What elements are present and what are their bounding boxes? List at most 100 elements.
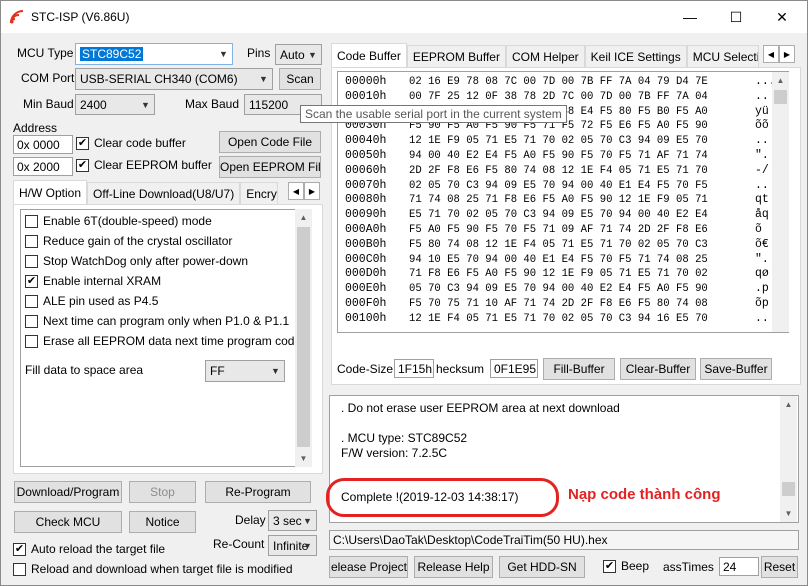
hw-option-checkbox[interactable]: Next time can program only when P1.0 & P… bbox=[25, 314, 289, 328]
scroll-up-icon[interactable]: ▲ bbox=[772, 72, 789, 89]
scroll-thumb[interactable] bbox=[782, 482, 795, 496]
clear-eeprom-checkbox[interactable]: ✔ Clear EEPROM buffer bbox=[76, 158, 212, 172]
beep-checkbox[interactable]: ✔ Beep bbox=[603, 559, 649, 573]
hex-scrollbar[interactable]: ▲ bbox=[772, 72, 789, 332]
close-button[interactable]: ✕ bbox=[759, 1, 805, 33]
scroll-up-icon[interactable]: ▲ bbox=[780, 396, 797, 413]
reset-button[interactable]: Reset bbox=[761, 556, 798, 578]
recount-select[interactable]: Infinite ▼ bbox=[268, 535, 317, 556]
get-hdd-sn-button[interactable]: Get HDD-SN bbox=[499, 556, 585, 578]
log-line: F/W version: 7.2.5C bbox=[341, 446, 448, 460]
fill-data-select[interactable]: FF ▼ bbox=[205, 360, 285, 382]
check-mcu-button[interactable]: Check MCU bbox=[14, 511, 122, 533]
hex-ascii: õp bbox=[755, 297, 769, 310]
arrow-left-icon[interactable]: ◀ bbox=[288, 182, 304, 200]
reload-download-checkbox[interactable]: Reload and download when target file is … bbox=[13, 562, 293, 576]
minimize-button[interactable]: — bbox=[667, 1, 713, 33]
save-buffer-button[interactable]: Save-Buffer bbox=[700, 358, 772, 380]
hex-address: 000D0h bbox=[345, 267, 387, 281]
fill-buffer-button[interactable]: Fill-Buffer bbox=[543, 358, 615, 380]
scan-tooltip: Scan the usable serial port in the curre… bbox=[300, 105, 567, 123]
pins-select[interactable]: Auto ▼ bbox=[275, 44, 322, 65]
hex-address: 000A0h bbox=[345, 223, 387, 236]
log-scrollbar[interactable]: ▲ ▼ bbox=[780, 396, 797, 522]
tab-mcu-selection[interactable]: MCU Selecti bbox=[686, 45, 759, 67]
arrow-right-icon[interactable]: ▶ bbox=[779, 45, 795, 63]
hw-option-checkbox[interactable]: Enable 6T(double-speed) mode bbox=[25, 214, 212, 228]
hw-option-checkbox[interactable]: Erase all EEPROM data next time program … bbox=[25, 334, 301, 348]
hex-ascii: ". bbox=[755, 252, 769, 266]
reprogram-button[interactable]: Re-Program bbox=[205, 481, 311, 503]
code-size-value: 1F15h bbox=[394, 359, 434, 378]
min-baud-select[interactable]: 2400 ▼ bbox=[75, 94, 155, 115]
eeprom-address-input[interactable]: 0x 2000 bbox=[13, 157, 73, 176]
chevron-down-icon: ▼ bbox=[259, 74, 268, 84]
checkbox-empty-icon bbox=[25, 234, 38, 248]
arrow-right-icon[interactable]: ▶ bbox=[304, 182, 320, 200]
hex-bytes: 71 F8 E6 F5 A0 F5 90 12 1E F9 05 71 E5 7… bbox=[409, 268, 708, 281]
hex-ascii: .. bbox=[755, 134, 769, 148]
hex-row: 00090h E5 71 70 02 05 70 C3 94 09 E5 70 9… bbox=[345, 208, 769, 221]
max-baud-label: Max Baud bbox=[185, 97, 240, 111]
scroll-up-icon[interactable]: ▲ bbox=[295, 209, 312, 226]
hw-option-checkbox[interactable]: Stop WatchDog only after power-down bbox=[25, 254, 248, 268]
tab-offline-download[interactable]: Off-Line Download(U8/U7) bbox=[87, 182, 241, 204]
tab-encryption[interactable]: Encryp bbox=[240, 182, 279, 204]
scroll-down-icon[interactable]: ▼ bbox=[295, 450, 312, 467]
hw-option-checkbox[interactable]: ✔ Enable internal XRAM bbox=[25, 274, 161, 288]
chevron-down-icon: ▼ bbox=[271, 366, 280, 376]
hex-address: 000F0h bbox=[345, 297, 387, 310]
fill-data-value: FF bbox=[210, 364, 225, 378]
hex-address: 00060h bbox=[345, 163, 387, 177]
scroll-down-icon[interactable]: ▼ bbox=[780, 505, 797, 522]
scroll-thumb[interactable] bbox=[774, 90, 787, 104]
hw-option-checkbox[interactable]: Reduce gain of the crystal oscillator bbox=[25, 234, 232, 248]
pins-label: Pins bbox=[247, 46, 271, 60]
maximize-button[interactable]: ☐ bbox=[713, 1, 759, 33]
open-code-file-button[interactable]: Open Code File bbox=[219, 131, 321, 153]
checkbox-empty-icon bbox=[13, 562, 26, 576]
hex-ascii: -/ bbox=[755, 163, 769, 177]
clear-buffer-button[interactable]: Clear-Buffer bbox=[620, 358, 696, 380]
hex-address: 00050h bbox=[345, 149, 387, 162]
hex-row: 00060h 2D 2F F8 E6 F5 80 74 08 12 1E F4 0… bbox=[345, 164, 769, 177]
window-title: STC-ISP (V6.86U) bbox=[31, 10, 130, 24]
hw-option-checkbox[interactable]: ALE pin used as P4.5 bbox=[25, 294, 158, 308]
tab-hw-option[interactable]: H/W Option bbox=[13, 180, 88, 204]
scroll-thumb[interactable] bbox=[297, 227, 310, 447]
address-label: Address bbox=[13, 121, 58, 135]
hw-options-scrollbar[interactable]: ▲ ▼ bbox=[295, 209, 312, 467]
open-eeprom-file-button[interactable]: Open EEPROM File bbox=[219, 156, 321, 178]
download-program-button[interactable]: Download/Program bbox=[14, 481, 122, 503]
hex-ascii: åq bbox=[755, 208, 769, 222]
hex-ascii: yü bbox=[755, 104, 769, 118]
hex-address: 00070h bbox=[345, 178, 387, 192]
tab-code-buffer[interactable]: Code Buffer bbox=[331, 43, 407, 67]
hex-address: 00040h bbox=[345, 134, 387, 148]
release-help-button[interactable]: Release Help bbox=[414, 556, 493, 578]
mcu-type-select[interactable]: STC89C52 ▼ bbox=[75, 43, 233, 65]
auto-reload-checkbox[interactable]: ✔ Auto reload the target file bbox=[13, 542, 165, 556]
checksum-value: 0F1E95 bbox=[490, 359, 538, 378]
code-size-label: Code-Size bbox=[337, 362, 394, 376]
com-port-label: COM Port bbox=[21, 71, 75, 85]
release-project-button[interactable]: Release Project bbox=[329, 556, 408, 578]
arrow-left-icon[interactable]: ◀ bbox=[763, 45, 779, 63]
hex-row: 00000h 02 16 E9 78 08 7C 00 7D 00 7B FF 7… bbox=[345, 75, 776, 88]
com-port-select[interactable]: USB-SERIAL CH340 (COM6) ▼ bbox=[75, 68, 273, 90]
checkbox-empty-icon bbox=[25, 334, 38, 348]
hex-row: 00010h 00 7F 25 12 0F 38 78 2D 7C 00 7D 0… bbox=[345, 90, 769, 103]
hex-address: 000E0h bbox=[345, 282, 387, 296]
tab-com-helper[interactable]: COM Helper bbox=[505, 45, 585, 67]
clear-code-checkbox[interactable]: ✔ Clear code buffer bbox=[76, 136, 186, 150]
chevron-down-icon: ▼ bbox=[308, 49, 317, 60]
code-address-input[interactable]: 0x 0000 bbox=[13, 135, 73, 154]
notice-button[interactable]: Notice bbox=[129, 511, 196, 533]
clear-code-label: Clear code buffer bbox=[94, 136, 186, 150]
tab-keil-ice[interactable]: Keil ICE Settings bbox=[584, 45, 687, 67]
stop-button[interactable]: Stop bbox=[129, 481, 196, 503]
delay-select[interactable]: 3 sec ▼ bbox=[268, 510, 317, 531]
tab-eeprom-buffer[interactable]: EEPROM Buffer bbox=[406, 45, 506, 67]
scan-button[interactable]: Scan bbox=[279, 68, 321, 90]
com-port-value: USB-SERIAL CH340 (COM6) bbox=[80, 72, 238, 86]
